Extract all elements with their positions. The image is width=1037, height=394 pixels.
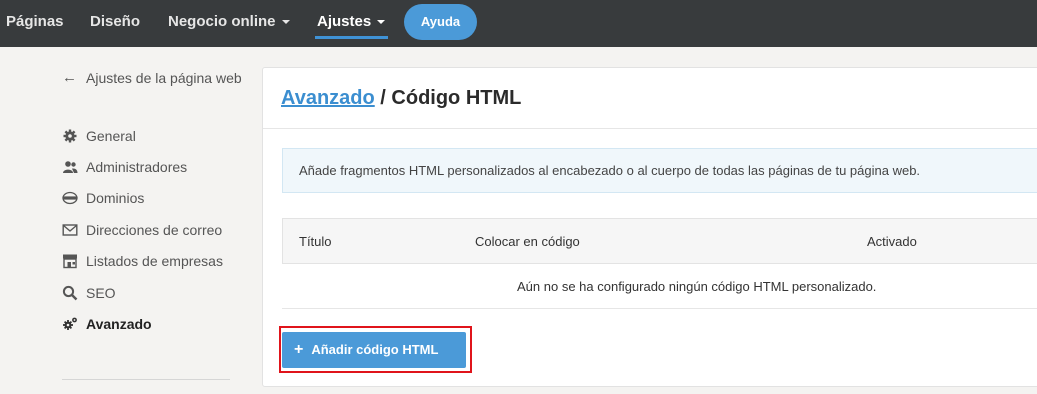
column-header-titulo: Título (299, 234, 332, 249)
panel-header: Avanzado / Código HTML (263, 68, 1037, 129)
column-header-colocar-en-codigo: Colocar en código (475, 234, 580, 249)
search-icon (62, 285, 78, 301)
breadcrumb-separator: / (374, 87, 392, 109)
nav-item-diseno[interactable]: Diseño (90, 13, 140, 30)
help-button[interactable]: Ayuda (404, 4, 477, 40)
chevron-down-icon (377, 20, 386, 25)
breadcrumb-avanzado-link[interactable]: Avanzado (281, 87, 375, 109)
empty-table-message-row: Aún no se ha configurado ningún código H… (282, 264, 1037, 309)
add-html-code-button[interactable]: + Añadir código HTML (282, 332, 466, 368)
active-nav-indicator (315, 36, 388, 39)
sidebar-item-label: Listados de empresas (86, 253, 223, 269)
settings-sidebar: ← Ajustes de la página web General Admin… (0, 47, 262, 394)
column-header-activado: Activado (867, 234, 917, 249)
nav-item-ajustes[interactable]: Ajustes (317, 13, 386, 30)
envelope-icon (62, 224, 78, 236)
page-title: Avanzado / Código HTML (281, 87, 521, 110)
plus-icon: + (294, 341, 304, 358)
empty-table-message: Aún no se ha configurado ningún código H… (517, 279, 877, 294)
sidebar-item-label: SEO (86, 285, 116, 301)
page-title-text: Código HTML (391, 87, 522, 109)
storefront-icon (63, 254, 77, 269)
nav-item-negocio-online[interactable]: Negocio online (168, 13, 290, 30)
chevron-down-icon (281, 20, 290, 25)
gear-icon (63, 129, 77, 143)
www-icon (62, 191, 78, 205)
users-icon (63, 161, 78, 173)
sidebar-item-label: Direcciones de correo (86, 222, 223, 238)
back-to-settings-link[interactable]: ← Ajustes de la página web (62, 68, 252, 88)
table-header: Título Colocar en código Activado (282, 218, 1037, 264)
sidebar-divider (62, 379, 230, 380)
info-banner: Añade fragmentos HTML personalizados al … (282, 148, 1037, 193)
back-link-label: Ajustes de la página web (86, 70, 242, 86)
sidebar-item-label: Dominios (86, 190, 145, 206)
add-button-label: Añadir código HTML (311, 342, 439, 357)
nav-item-paginas[interactable]: Páginas (6, 13, 64, 30)
arrow-left-icon: ← (62, 69, 77, 86)
sidebar-item-label: General (86, 128, 136, 144)
gears-icon (63, 317, 77, 330)
top-nav: Páginas Diseño Negocio online Ajustes Ay… (0, 0, 1037, 47)
sidebar-item-label: Administradores (86, 159, 188, 175)
sidebar-item-label: Avanzado (86, 316, 152, 332)
